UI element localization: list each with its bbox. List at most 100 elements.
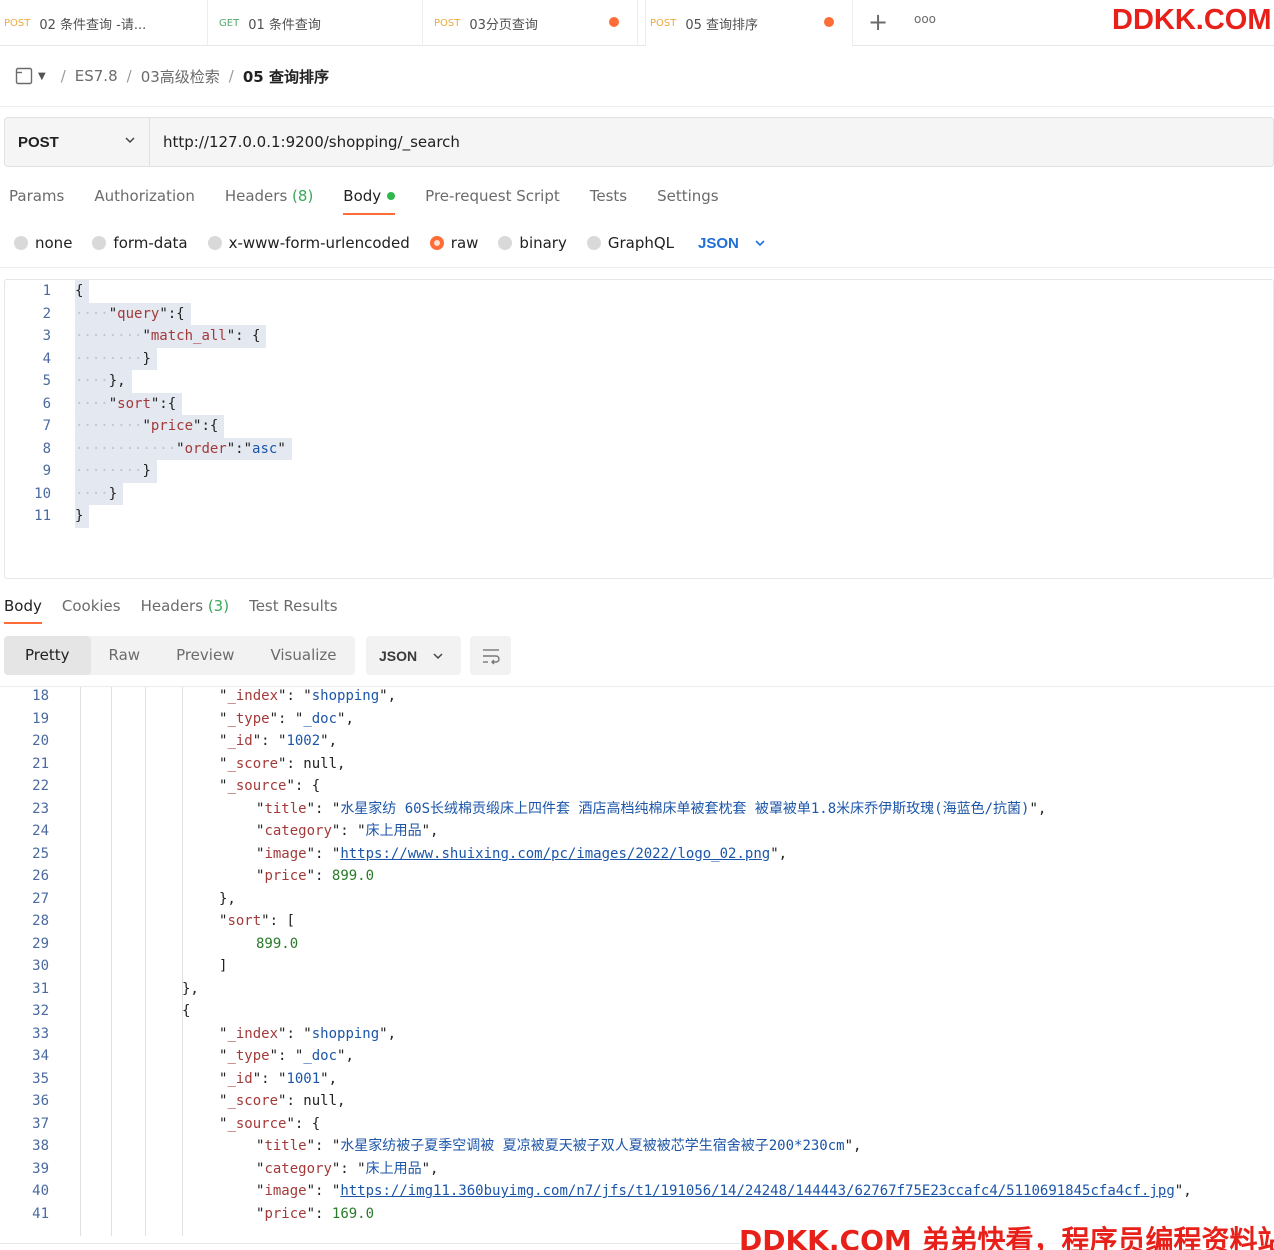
- wrap-lines-button[interactable]: [470, 636, 511, 675]
- radio-binary[interactable]: binary: [498, 234, 567, 252]
- line-number: 39: [32, 1160, 49, 1177]
- chevron-down-icon: [755, 240, 765, 247]
- radio-form-data[interactable]: form-data: [92, 234, 188, 252]
- line-number: 22: [32, 778, 49, 794]
- line-number: 23: [32, 800, 49, 817]
- radio-label: form-data: [113, 234, 188, 252]
- radio-none[interactable]: none: [14, 234, 72, 252]
- line-number: 9: [42, 463, 51, 479]
- chevron-down-icon: [125, 137, 135, 144]
- tab-headers[interactable]: Headers (8): [225, 185, 313, 215]
- response-format-select[interactable]: JSON: [366, 636, 461, 675]
- tab-label: Test Results: [249, 597, 338, 615]
- request-body-editor[interactable]: 1 {2 ····"query":{3 ········"match_all": {4…: [4, 279, 1274, 579]
- body-type-selector: none form-data x-www-form-urlencoded raw…: [14, 231, 767, 255]
- response-tab-test-results[interactable]: Test Results: [249, 594, 337, 626]
- code-text: "category": "床上用品",: [256, 1160, 439, 1177]
- response-tab-body[interactable]: Body: [4, 594, 42, 626]
- line-number: 4: [42, 350, 51, 367]
- tab-params[interactable]: Params: [9, 185, 64, 215]
- headers-count-badge: (3): [207, 597, 230, 615]
- radio-raw[interactable]: raw: [429, 234, 478, 252]
- radio-label: x-www-form-urlencoded: [228, 234, 410, 252]
- line-number: 21: [32, 755, 49, 772]
- line-number: 19: [32, 710, 49, 727]
- code-text: {: [182, 1003, 191, 1019]
- code-text: "_score": null,: [219, 1093, 346, 1109]
- tab-label: Body: [343, 187, 382, 205]
- wrap-lines-icon: [482, 648, 500, 664]
- breadcrumb-folder[interactable]: 03高级检索: [141, 66, 220, 87]
- code-text: "category": "床上用品",: [256, 823, 439, 839]
- line-number: 33: [32, 1025, 49, 1042]
- response-format-value: JSON: [379, 647, 418, 664]
- code-text: "sort": [: [219, 913, 295, 929]
- new-tab-plus-icon[interactable]: +: [868, 8, 888, 36]
- line-number: 32: [32, 1003, 49, 1019]
- tab-body[interactable]: Body: [343, 185, 396, 215]
- radio-graphql[interactable]: GraphQL: [586, 234, 674, 252]
- code-text: ········"match_all": {: [75, 325, 267, 348]
- code-text: "_id": "1002",: [219, 733, 338, 749]
- tab-03-pagination-query[interactable]: POST 03分页查询: [430, 0, 638, 46]
- request-tabs: Params Authorization Headers (8) Body Pr…: [9, 185, 749, 215]
- tab-label: Settings: [657, 187, 719, 205]
- tab-label: Headers: [224, 187, 288, 205]
- response-tab-headers[interactable]: Headers (3): [141, 594, 229, 626]
- line-number: 7: [42, 418, 51, 434]
- indent-guide: [182, 687, 183, 1236]
- view-pretty-button[interactable]: Pretty: [4, 636, 91, 675]
- response-tab-cookies[interactable]: Cookies: [62, 594, 121, 626]
- line-number: 26: [32, 868, 49, 884]
- code-text: 899.0: [256, 935, 299, 952]
- tab-label: Body: [4, 597, 42, 615]
- breadcrumb-separator: /: [60, 67, 66, 85]
- line-number: 34: [32, 1048, 49, 1064]
- view-visualize-button[interactable]: Visualize: [252, 636, 354, 675]
- line-number: 25: [32, 845, 49, 862]
- code-text: "price": 899.0: [256, 868, 375, 884]
- radio-label: none: [35, 234, 73, 252]
- unsaved-dot-icon: [609, 17, 619, 27]
- line-number: 24: [32, 823, 49, 839]
- tab-authorization[interactable]: Authorization: [94, 185, 194, 215]
- tab-settings[interactable]: Settings: [657, 185, 719, 215]
- code-text: ····"query":{: [75, 302, 191, 325]
- line-number: 29: [32, 935, 49, 952]
- response-body-viewer[interactable]: 18 "_index": "shopping", 19 "_type": "_doc"…: [0, 686, 1274, 1236]
- line-number: 10: [34, 485, 51, 502]
- code-text: "_id": "1001",: [219, 1070, 338, 1087]
- chevron-down-icon[interactable]: ▼: [38, 71, 46, 82]
- chevron-down-icon: [433, 652, 443, 659]
- request-tab-bar: POST 02 条件查询 -请... GET 01 条件查询 POST 03分页…: [0, 0, 1274, 46]
- response-tabs: Body Cookies Headers (3) Test Results: [4, 594, 358, 626]
- code-text: ········"price":{: [75, 415, 225, 438]
- tab-method-label: POST: [650, 17, 677, 29]
- body-language-select[interactable]: JSON: [698, 235, 767, 252]
- tab-label: Tests: [589, 187, 628, 205]
- breadcrumb-current-request[interactable]: 05 查询排序: [243, 66, 329, 87]
- body-set-dot-icon: [387, 191, 396, 200]
- breadcrumb-collection[interactable]: ES7.8: [75, 67, 118, 85]
- tab-01-conditional-query[interactable]: GET 01 条件查询: [215, 0, 423, 46]
- url-bar: POST http://127.0.0.1:9200/shopping/_sea…: [4, 117, 1274, 167]
- code-text: "_source": {: [219, 778, 321, 794]
- request-doc-icon[interactable]: [14, 66, 34, 86]
- tab-02-conditional-query[interactable]: POST 02 条件查询 -请...: [0, 0, 208, 46]
- unsaved-dot-icon: [824, 17, 834, 27]
- url-input[interactable]: http://127.0.0.1:9200/shopping/_search: [163, 133, 460, 151]
- tab-label: Pre-request Script: [425, 187, 560, 205]
- view-preview-button[interactable]: Preview: [158, 636, 252, 675]
- line-number: 37: [32, 1115, 49, 1132]
- tab-05-query-sort[interactable]: POST 05 查询排序: [645, 0, 853, 46]
- tab-method-label: POST: [4, 17, 31, 29]
- tab-method-label: POST: [434, 17, 461, 29]
- http-method-value: POST: [18, 133, 59, 151]
- tab-tests[interactable]: Tests: [590, 185, 627, 215]
- code-text: "_type": "_doc",: [219, 1048, 354, 1064]
- radio-x-www-form-urlencoded[interactable]: x-www-form-urlencoded: [207, 234, 410, 252]
- tab-prerequest-script[interactable]: Pre-request Script: [425, 185, 560, 215]
- view-raw-button[interactable]: Raw: [91, 636, 159, 675]
- http-method-select[interactable]: POST: [5, 118, 150, 166]
- more-tabs-icon[interactable]: ooo: [914, 12, 936, 26]
